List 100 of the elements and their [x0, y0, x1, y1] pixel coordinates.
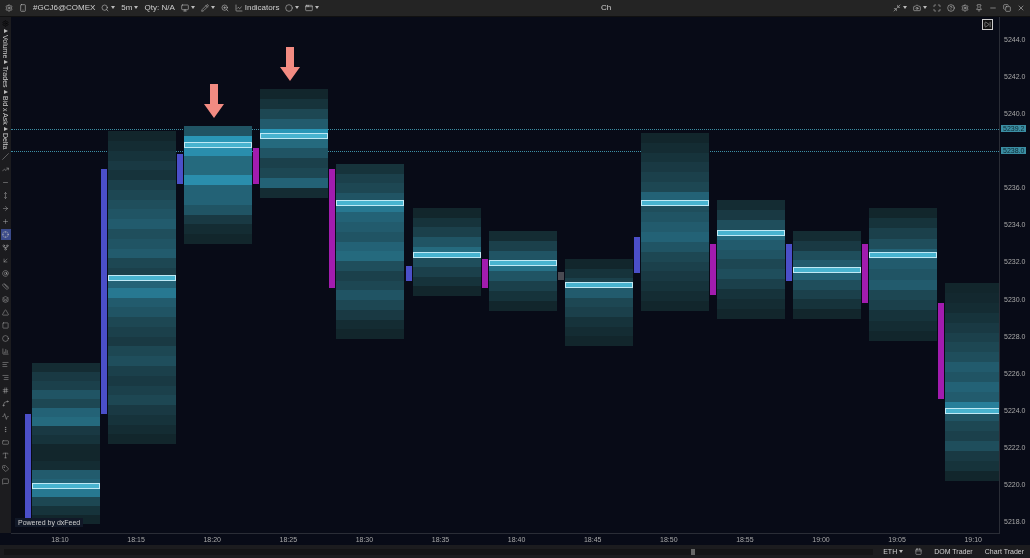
- delta-bar: [786, 243, 792, 282]
- skip-forward-icon: [984, 20, 991, 28]
- poc-highlight: [32, 482, 100, 489]
- drawing-tool-button[interactable]: [0, 294, 11, 305]
- drawing-tool-button[interactable]: [0, 372, 11, 383]
- delta-bar: [177, 153, 184, 184]
- collapse-button[interactable]: [892, 4, 908, 12]
- grid-icon: [2, 387, 9, 394]
- camera-icon: [913, 4, 921, 12]
- callout-icon: [2, 478, 9, 485]
- restore-button[interactable]: [1002, 4, 1012, 12]
- caret-icon: [190, 6, 195, 10]
- drawing-tool-button[interactable]: [0, 359, 11, 370]
- circle-icon: [2, 335, 9, 342]
- caret-icon: [923, 6, 927, 10]
- poc-highlight: [869, 251, 938, 258]
- lines-icon: [2, 361, 9, 368]
- drawing-tool-button[interactable]: [0, 203, 11, 214]
- calendar-button[interactable]: [913, 548, 925, 555]
- interval-dropdown[interactable]: 5m: [120, 3, 140, 13]
- drawing-tool-button[interactable]: [0, 398, 11, 409]
- drawing-tool-button[interactable]: [0, 411, 11, 422]
- delta-bar: [253, 147, 260, 184]
- template-dropdown[interactable]: [284, 4, 301, 12]
- drawing-tool-button[interactable]: [0, 307, 11, 318]
- caret-icon: [899, 550, 904, 553]
- pin-icon: [975, 4, 983, 12]
- poc-highlight: [793, 266, 861, 273]
- restore-icon: [1003, 4, 1011, 12]
- arrow-icon: [2, 257, 9, 264]
- calendar-icon: [915, 548, 923, 555]
- caret-icon: [3, 126, 8, 131]
- spiral-icon: [2, 270, 9, 277]
- search-button[interactable]: [100, 4, 117, 12]
- drawing-tool-button[interactable]: [0, 151, 11, 162]
- poc-highlight: [108, 275, 177, 282]
- indicators-button[interactable]: Indicators: [233, 3, 281, 13]
- delta-bar: [557, 271, 564, 281]
- ruler-icon: [2, 283, 9, 290]
- poc-highlight: [260, 132, 329, 139]
- drawing-tool-button[interactable]: [0, 463, 11, 474]
- delta-bar: [405, 266, 412, 282]
- window-icon: [305, 4, 314, 12]
- drawing-tool-button[interactable]: [0, 385, 11, 396]
- bars-icon: [2, 348, 9, 355]
- zoom-in-icon: [220, 4, 229, 12]
- drawing-tool-button[interactable]: [0, 268, 11, 279]
- fork-icon: [2, 244, 9, 251]
- collapse-icon: [893, 4, 901, 12]
- drawing-tool-button[interactable]: [0, 242, 11, 253]
- drawing-tool-button[interactable]: [0, 333, 11, 344]
- drawing-tool-button[interactable]: [0, 450, 11, 461]
- caret-icon: [295, 6, 300, 10]
- scroll-to-latest-button[interactable]: [982, 18, 993, 30]
- delta-bar: [709, 243, 716, 296]
- poc-highlight: [184, 142, 253, 149]
- layers-icon: [2, 296, 9, 303]
- wave-icon: [2, 413, 9, 420]
- zoom-button[interactable]: [219, 4, 230, 12]
- curve-icon: [2, 400, 9, 407]
- poc-highlight: [716, 230, 785, 237]
- caret-icon: [3, 89, 8, 94]
- poc-highlight: [945, 407, 999, 414]
- delta-bar: [633, 237, 640, 273]
- pin-button[interactable]: [974, 4, 984, 12]
- window-title: Ch: [601, 3, 612, 13]
- fullscreen-button[interactable]: [932, 4, 942, 12]
- layout-dropdown[interactable]: [304, 4, 321, 12]
- drawing-tool-button[interactable]: [0, 437, 11, 448]
- draw-dropdown[interactable]: [199, 4, 216, 12]
- drawing-tool-button[interactable]: [0, 476, 11, 487]
- close-icon: [1017, 4, 1025, 12]
- symbol-selector[interactable]: #GCJ6@COMEX: [32, 3, 97, 13]
- down-arrow-icon: [204, 84, 225, 119]
- drawing-tool-button[interactable]: [0, 281, 11, 292]
- chart-icon: [234, 4, 243, 12]
- drawing-tool-button[interactable]: [0, 164, 11, 175]
- drawing-tool-button[interactable]: [0, 229, 11, 240]
- minimize-icon: [989, 4, 997, 12]
- tag-icon: [2, 465, 9, 472]
- vertical-line-icon: [2, 192, 9, 199]
- caret-icon: [903, 6, 907, 10]
- poc-highlight: [412, 251, 481, 258]
- line-icon: [2, 153, 9, 160]
- phone-button[interactable]: [18, 4, 28, 12]
- screenshot-button[interactable]: [912, 4, 928, 12]
- trend-icon: [2, 166, 9, 173]
- horizontal-scrollbar[interactable]: [4, 548, 874, 555]
- drawing-tool-button[interactable]: [0, 216, 11, 227]
- caret-icon: [134, 6, 139, 10]
- poc-highlight: [564, 281, 633, 288]
- minimize-button[interactable]: [988, 4, 998, 12]
- monitor-dropdown[interactable]: [179, 4, 196, 12]
- quantity-field[interactable]: Qty: N/A: [143, 3, 176, 13]
- help-button[interactable]: [946, 4, 956, 12]
- lines-icon: [2, 374, 9, 381]
- caret-icon: [210, 6, 215, 10]
- close-button[interactable]: [1016, 4, 1026, 12]
- down-arrow-icon: [280, 46, 301, 81]
- fullscreen-icon: [933, 4, 941, 12]
